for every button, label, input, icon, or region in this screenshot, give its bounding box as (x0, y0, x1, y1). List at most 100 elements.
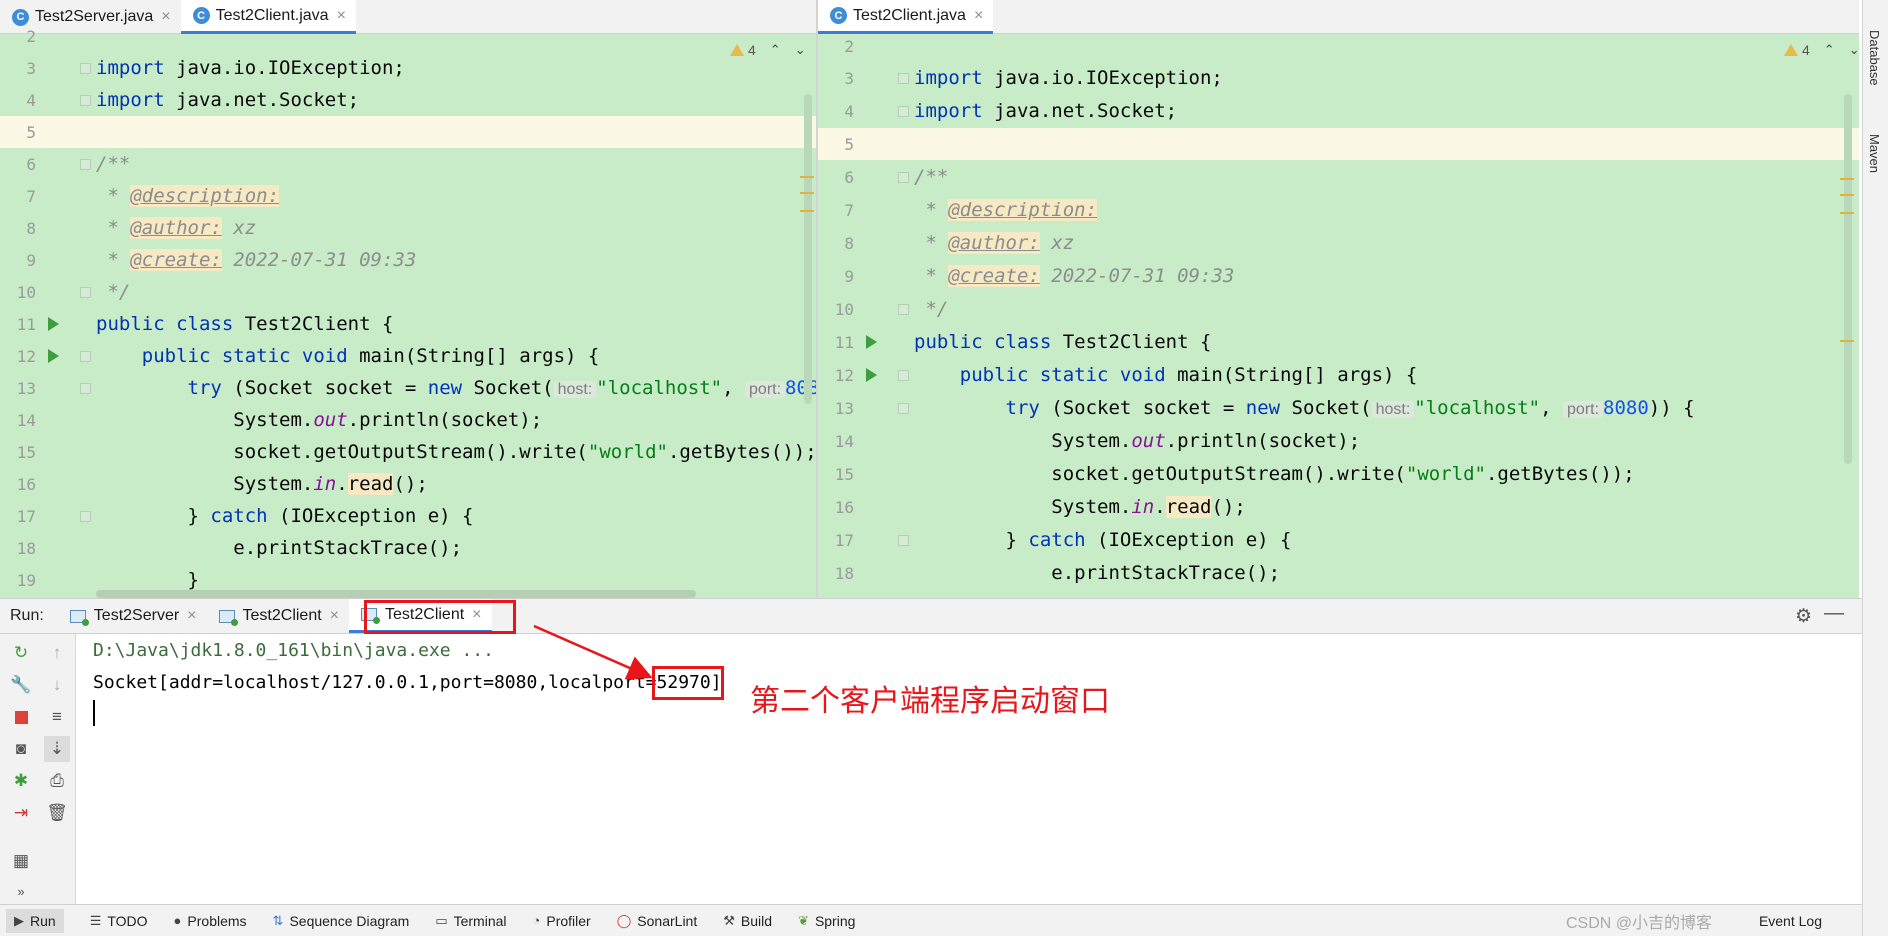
line-number: 7 (844, 200, 854, 220)
code-token: * (914, 265, 949, 287)
warning-marker[interactable] (1840, 178, 1854, 180)
console-output[interactable]: D:\Java\jdk1.8.0_161\bin\java.exe ... So… (77, 634, 1862, 904)
fold-icon[interactable] (898, 402, 909, 414)
fold-icon[interactable] (80, 94, 91, 106)
vertical-scrollbar[interactable] (804, 94, 812, 404)
maven-tool-button[interactable]: Maven (1867, 134, 1882, 173)
stop-icon[interactable] (8, 704, 34, 730)
trash-icon[interactable]: 🗑 (44, 800, 70, 826)
gear-icon[interactable]: ⚙ (1795, 605, 1812, 628)
tool-run[interactable]: ▶ Run (6, 908, 64, 933)
fold-icon[interactable] (898, 171, 909, 183)
play-icon: ▶ (14, 912, 24, 928)
run-tab-test2client-1[interactable]: Test2Client × (207, 599, 350, 633)
run-gutter-icon[interactable] (866, 335, 877, 349)
line-number: 18 (834, 563, 854, 583)
code-token: } (914, 529, 1029, 551)
exit-icon[interactable]: ⇥ (8, 800, 34, 826)
tool-event-log[interactable]: Event Log (1759, 913, 1822, 929)
chevron-up-icon[interactable]: ⌃ (770, 42, 781, 58)
close-icon[interactable]: × (330, 607, 339, 625)
fold-icon[interactable] (898, 369, 909, 381)
fold-icon[interactable] (898, 105, 909, 117)
warning-marker[interactable] (1840, 340, 1854, 342)
tool-problems[interactable]: ● Problems (174, 913, 247, 929)
code-text: try (Socket socket = new Socket(host: "lo… (914, 397, 1695, 419)
warning-marker[interactable] (1840, 212, 1854, 214)
warning-marker[interactable] (800, 210, 814, 212)
chevron-down-icon[interactable]: ⌄ (795, 42, 806, 58)
code-token: .getBytes()); (667, 441, 816, 463)
line-number: 5 (26, 122, 36, 142)
run-gutter-icon[interactable] (48, 317, 59, 331)
warning-marker[interactable] (800, 192, 814, 194)
debug-bug-icon[interactable]: ✱ (8, 768, 34, 794)
fold-icon[interactable] (80, 350, 91, 362)
fold-icon[interactable] (80, 62, 91, 74)
code-text: e.printStackTrace(); (914, 562, 1281, 584)
code-token: .println(socket); (347, 409, 543, 431)
chevron-down-icon[interactable]: ⌄ (1849, 42, 1859, 58)
tool-build[interactable]: ⚒ Build (723, 913, 772, 929)
horizontal-scrollbar[interactable] (96, 590, 696, 598)
chevron-up-icon[interactable]: ⌃ (1824, 42, 1835, 58)
tool-profiler[interactable]: ◔ Profiler (533, 913, 591, 929)
run-gutter-icon[interactable] (48, 349, 59, 363)
line-number: 12 (16, 346, 36, 366)
code-token: java.io.IOException; (164, 57, 405, 79)
code-line: 11 public class Test2Client { (818, 326, 1859, 358)
arrow-down-icon[interactable]: ↓ (44, 672, 70, 698)
minimize-icon[interactable]: — (1824, 602, 1844, 625)
keyword: import (96, 57, 165, 79)
rerun-icon[interactable]: ↻ (8, 640, 34, 666)
camera-icon[interactable]: ◙ (8, 736, 34, 762)
code-text: * @create: 2022-07-31 09:33 (914, 265, 1234, 287)
inspection-widget[interactable]: 4 ⌃ ⌄ (730, 42, 806, 58)
line-number: 2 (26, 26, 36, 46)
line-number: 6 (26, 154, 36, 174)
line-number: 11 (16, 314, 36, 334)
tool-terminal[interactable]: ▭ Terminal (435, 913, 506, 929)
fold-icon[interactable] (898, 534, 909, 546)
fold-icon[interactable] (80, 158, 91, 170)
tool-sequence-diagram[interactable]: ⇅ Sequence Diagram (273, 913, 410, 929)
run-gutter-icon[interactable] (866, 368, 877, 382)
code-text: System.out.println(socket); (914, 430, 1360, 452)
vertical-scrollbar[interactable] (1844, 94, 1852, 464)
code-text: System.in.read(); (96, 473, 428, 495)
code-editor-left[interactable]: 2 3 import java.io.IOException; 4 import… (0, 27, 816, 598)
more-icon[interactable]: » (8, 878, 34, 904)
inspection-widget[interactable]: 4 ⌃ ⌄ (1784, 42, 1859, 58)
print-icon[interactable]: ⎙ (44, 768, 70, 794)
run-tab-test2server[interactable]: Test2Server × (58, 599, 207, 633)
warning-marker[interactable] (800, 176, 814, 178)
database-tool-button[interactable]: Database (1867, 30, 1882, 86)
fold-icon[interactable] (898, 303, 909, 315)
run-config-icon (69, 609, 89, 626)
fold-icon[interactable] (898, 72, 909, 84)
close-icon[interactable]: × (187, 607, 196, 625)
arrow-up-icon[interactable]: ↑ (44, 640, 70, 666)
code-line: 7 * @description: (818, 194, 1859, 226)
leaf-icon: ❦ (798, 912, 809, 928)
code-token: , (1540, 397, 1564, 419)
close-icon[interactable]: × (974, 7, 983, 25)
code-token: (); (393, 473, 428, 495)
fold-icon[interactable] (80, 510, 91, 522)
soft-wrap-icon[interactable]: ≡ (44, 704, 70, 730)
tool-sonarlint[interactable]: ◯ SonarLint (617, 913, 698, 929)
layout-icon[interactable]: ▦ (8, 848, 34, 874)
wrench-icon[interactable]: 🔧 (8, 672, 34, 698)
tab-test2client-java[interactable]: C Test2Client.java × (818, 0, 994, 34)
console-line: D:\Java\jdk1.8.0_161\bin\java.exe ... (93, 640, 494, 661)
fold-icon[interactable] (80, 286, 91, 298)
tool-spring[interactable]: ❦ Spring (798, 913, 855, 929)
fold-icon[interactable] (80, 382, 91, 394)
scroll-to-end-icon[interactable]: ⇣ (44, 736, 70, 762)
keyword: try (187, 377, 222, 399)
code-line: 6 /** (818, 161, 1859, 193)
static-field: out (313, 409, 348, 431)
warning-marker[interactable] (1840, 194, 1854, 196)
tool-todo[interactable]: ☰ TODO (90, 913, 148, 929)
code-editor-right[interactable]: 2 3 import java.io.IOException; 4 import… (818, 34, 1859, 598)
